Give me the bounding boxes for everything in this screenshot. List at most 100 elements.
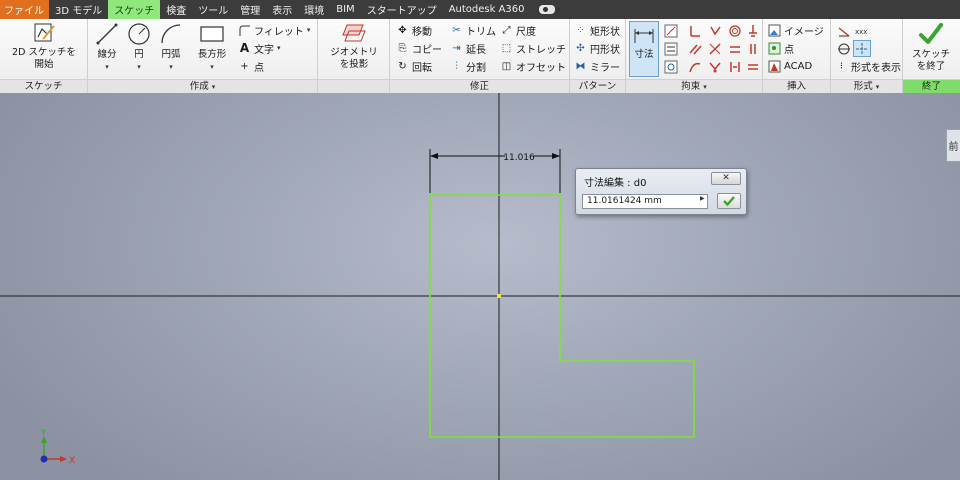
sketch-profile[interactable] bbox=[429, 194, 695, 438]
dimension-button[interactable]: 寸法 bbox=[629, 21, 659, 77]
finish-sketch-button[interactable]: スケッチ を終了 bbox=[905, 21, 957, 73]
finish-label-1: スケッチ bbox=[911, 49, 950, 60]
concentric-icon[interactable] bbox=[726, 22, 744, 39]
equal-icon[interactable] bbox=[726, 58, 744, 75]
sketch-viewport[interactable]: 11.016 X Y bbox=[0, 93, 960, 480]
collinear-icon[interactable] bbox=[726, 40, 744, 57]
rectangle-icon bbox=[200, 26, 224, 42]
tab-inspect[interactable]: 検査 bbox=[160, 0, 192, 19]
offset-button[interactable]: ◫ オフセット bbox=[500, 58, 566, 74]
svg-text:xxx: xxx bbox=[855, 28, 867, 36]
tab-getstarted[interactable]: スタートアップ bbox=[361, 0, 443, 19]
insert-acad-button[interactable]: ACAD bbox=[768, 58, 812, 74]
tab-a360[interactable]: Autodesk A360 bbox=[443, 0, 531, 19]
extend-label: 延長 bbox=[466, 44, 486, 56]
panel-title-create: 作成 ▾ bbox=[88, 79, 317, 93]
fix-icon[interactable] bbox=[744, 22, 762, 39]
stretch-label: ストレッチ bbox=[516, 44, 566, 56]
rotate-button[interactable]: ↻ 回転 bbox=[396, 58, 432, 74]
vertical-icon[interactable] bbox=[744, 40, 762, 57]
scale-button[interactable]: ⤢ 尺度 bbox=[500, 22, 537, 38]
circle-button[interactable]: 円 ▾ bbox=[124, 21, 154, 73]
insert-point-button[interactable]: 点 bbox=[768, 40, 794, 56]
smooth-icon[interactable] bbox=[686, 58, 704, 75]
point-icon: + bbox=[240, 60, 249, 72]
circ-pattern-label: 円形状 bbox=[590, 44, 620, 56]
ribbon-tab-bar: ファイル 3D モデル スケッチ 検査 ツール 管理 表示 環境 BIM スター… bbox=[0, 0, 960, 19]
move-button[interactable]: ✥ 移動 bbox=[396, 22, 432, 38]
stretch-button[interactable]: ⬚ ストレッチ bbox=[500, 40, 566, 56]
driven-dimension-icon[interactable]: xxx bbox=[853, 22, 871, 39]
point-button[interactable]: + 点 bbox=[238, 58, 264, 74]
line-label: 線分 bbox=[97, 49, 117, 60]
tab-bim[interactable]: BIM bbox=[330, 0, 360, 19]
move-label: 移動 bbox=[412, 26, 432, 38]
copy-button[interactable]: ⎘ コピー bbox=[396, 40, 443, 56]
construction-icon[interactable] bbox=[835, 22, 853, 39]
start-sketch-label-2: 開始 bbox=[34, 59, 54, 70]
dimension-value-input[interactable]: 11.0161424 mm bbox=[582, 194, 708, 209]
start-2d-sketch-button[interactable]: 2D スケッチを 開始 bbox=[6, 21, 82, 71]
parallel-icon[interactable] bbox=[686, 40, 704, 57]
sketch-start-icon bbox=[34, 23, 55, 42]
centerpoint-icon[interactable] bbox=[835, 40, 853, 57]
tab-file[interactable]: ファイル bbox=[0, 0, 49, 19]
perpendicular-icon[interactable] bbox=[686, 22, 704, 39]
panel-sketch: 2D スケッチを 開始 スケッチ bbox=[0, 19, 88, 93]
line-button[interactable]: 線分 ▾ bbox=[92, 21, 122, 73]
tab-environments[interactable]: 環境 bbox=[298, 0, 330, 19]
coordinate-triad: X Y bbox=[40, 428, 75, 466]
relax-mode-icon[interactable] bbox=[662, 58, 680, 75]
dialog-accept-button[interactable] bbox=[717, 193, 741, 209]
split-button[interactable]: ⫶ 分割 bbox=[450, 58, 486, 74]
mirror-icon: ⧓ bbox=[575, 60, 586, 72]
origin-point[interactable] bbox=[497, 294, 501, 298]
project-label-1: ジオメトリ bbox=[330, 47, 378, 58]
rotate-icon: ↻ bbox=[398, 60, 407, 72]
tab-manage[interactable]: 管理 bbox=[234, 0, 266, 19]
rectangle-button[interactable]: 長方形 ▾ bbox=[194, 21, 230, 73]
circle-label: 円 bbox=[134, 49, 144, 60]
dialog-close-button[interactable]: ✕ bbox=[711, 172, 741, 185]
rect-pattern-button[interactable]: ⁘ 矩形状 bbox=[574, 22, 620, 38]
symmetric-icon[interactable] bbox=[706, 58, 724, 75]
panel-title-sketch: スケッチ bbox=[0, 79, 87, 93]
project-geometry-button[interactable]: ジオメトリ を投影 bbox=[324, 21, 384, 71]
show-format-button[interactable]: ⁝ 形式を表示 bbox=[835, 58, 901, 74]
ribbon-display-toggle[interactable]: ▾ bbox=[531, 0, 560, 19]
fillet-label: フィレット bbox=[254, 26, 304, 38]
tab-tools[interactable]: ツール bbox=[192, 0, 234, 19]
split-label: 分割 bbox=[466, 62, 486, 74]
fillet-button[interactable]: フィレット ▾ bbox=[238, 22, 310, 38]
tab-3d-model[interactable]: 3D モデル bbox=[49, 0, 108, 19]
rect-pattern-label: 矩形状 bbox=[590, 26, 620, 38]
auto-dimension-icon[interactable] bbox=[662, 22, 680, 39]
arc-button[interactable]: 円弧 ▾ bbox=[156, 21, 186, 73]
extend-button[interactable]: ⇥ 延長 bbox=[450, 40, 486, 56]
circ-pattern-button[interactable]: ✣ 円形状 bbox=[574, 40, 620, 56]
viewcube-face-tab[interactable]: 前 bbox=[946, 129, 960, 162]
trim-button[interactable]: ✂ トリム bbox=[450, 22, 496, 38]
stretch-icon: ⬚ bbox=[501, 42, 512, 54]
linear-dimension[interactable]: 11.016 bbox=[429, 149, 561, 193]
coincident-icon[interactable] bbox=[706, 22, 724, 39]
ribbon: 2D スケッチを 開始 スケッチ 線分 ▾ 円 ▾ 円弧 ▾ 長方形 ▾ フィレ… bbox=[0, 19, 960, 93]
mirror-button[interactable]: ⧓ ミラー bbox=[574, 58, 621, 74]
tangent-icon[interactable] bbox=[706, 40, 724, 57]
panel-title-insert: 挿入 bbox=[763, 79, 830, 93]
constraint-settings-icon[interactable] bbox=[662, 40, 680, 57]
centerline-icon[interactable] bbox=[853, 40, 871, 57]
rotate-label: 回転 bbox=[412, 62, 432, 74]
arc-icon bbox=[161, 24, 181, 44]
text-button[interactable]: A 文字 ▾ bbox=[238, 40, 281, 56]
chevron-right-icon[interactable]: ▶ bbox=[700, 195, 705, 202]
graphics-window[interactable]: 11.016 X Y 寸法編集 : d0 ✕ 11.0161424 mm ▶ 前 bbox=[0, 93, 960, 480]
tab-view[interactable]: 表示 bbox=[266, 0, 298, 19]
horizontal-icon[interactable] bbox=[744, 58, 762, 75]
chevron-down-icon: ▾ bbox=[137, 63, 141, 71]
close-icon: ✕ bbox=[722, 173, 730, 183]
panel-constrain: 寸法 拘束 ▾ bbox=[626, 19, 763, 93]
panel-modify: ✥ 移動 ⎘ コピー ↻ 回転 ✂ トリム ⇥ 延長 ⫶ 分割 ⤢ 尺度 ⬚ ストレッチ ◫ オフ… bbox=[390, 19, 570, 93]
tab-sketch[interactable]: スケッチ bbox=[108, 0, 161, 19]
insert-image-button[interactable]: イメージ bbox=[768, 22, 824, 38]
